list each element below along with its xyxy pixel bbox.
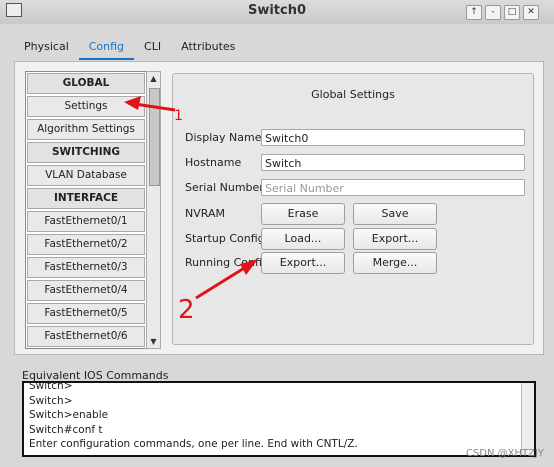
tab-bar: Physical Config CLI Attributes [14, 36, 245, 60]
tab-config[interactable]: Config [78, 36, 135, 60]
scroll-thumb[interactable] [149, 88, 160, 186]
ios-line: Switch#conf t [29, 423, 103, 436]
move-up-button[interactable]: ↑ [466, 5, 482, 20]
watermark: CSDN @XHTZJY [465, 448, 544, 459]
sidebar-item-fastethernet0-2[interactable]: FastEthernet0/2 [27, 234, 145, 255]
settings-title: Global Settings [311, 88, 395, 101]
sidebar-item-switching: SWITCHING [27, 142, 145, 163]
sidebar-item-interface: INTERFACE [27, 188, 145, 209]
maximize-button[interactable]: □ [504, 5, 520, 20]
ios-line: Switch> [29, 381, 73, 392]
display-name-label: Display Name [185, 131, 262, 144]
main-area: Physical Config CLI Attributes GLOBAL Set… [0, 24, 554, 467]
sidebar-item-algorithm-settings[interactable]: Algorithm Settings [27, 119, 145, 140]
sidebar-item-fastethernet0-4[interactable]: FastEthernet0/4 [27, 280, 145, 301]
sidebar-scrollbar[interactable]: ▲ ▼ [146, 71, 161, 349]
startup-config-label: Startup Config [185, 232, 265, 245]
hostname-label: Hostname [185, 156, 242, 169]
load-button[interactable]: Load... [261, 228, 345, 250]
global-settings-box: Global Settings Display Name Switch0 Hos… [172, 73, 534, 345]
display-name-field[interactable]: Switch0 [261, 129, 525, 146]
running-config-label: Running Config [185, 256, 269, 269]
scroll-down-icon[interactable]: ▼ [147, 335, 160, 348]
tab-cli[interactable]: CLI [134, 36, 171, 58]
export-running-button[interactable]: Export... [261, 252, 345, 274]
sidebar-item-vlan-database[interactable]: VLAN Database [27, 165, 145, 186]
sidebar-item-global: GLOBAL [27, 73, 145, 94]
ios-scrollbar[interactable] [521, 383, 534, 455]
title-bar: Switch0 ↑ ‑ □ ✕ [0, 0, 554, 25]
sidebar-item-fastethernet0-5[interactable]: FastEthernet0/5 [27, 303, 145, 324]
ios-commands-box[interactable]: Switch> Switch> Switch>enable Switch#conf t… [22, 381, 536, 457]
serial-number-field[interactable]: Serial Number [261, 179, 525, 196]
ios-line: Enter configuration commands, one per li… [29, 438, 358, 450]
tab-physical[interactable]: Physical [14, 36, 79, 58]
close-button[interactable]: ✕ [523, 5, 539, 20]
sidebar-item-fastethernet0-3[interactable]: FastEthernet0/3 [27, 257, 145, 278]
erase-button[interactable]: Erase [261, 203, 345, 225]
sidebar-list: GLOBAL Settings Algorithm Settings SWITCHIN… [25, 71, 147, 349]
ios-line: Switch> [29, 394, 73, 407]
export-startup-button[interactable]: Export... [353, 228, 437, 250]
sidebar-item-settings[interactable]: Settings [27, 96, 145, 117]
config-panel: GLOBAL Settings Algorithm Settings SWITCHIN… [14, 61, 544, 355]
scroll-up-icon[interactable]: ▲ [147, 72, 160, 85]
nvram-label: NVRAM [185, 207, 225, 220]
minimize-button[interactable]: ‑ [485, 5, 501, 20]
tab-attributes[interactable]: Attributes [171, 36, 245, 58]
sidebar-item-fastethernet0-6[interactable]: FastEthernet0/6 [27, 326, 145, 347]
merge-button[interactable]: Merge... [353, 252, 437, 274]
serial-number-label: Serial Number [185, 181, 264, 194]
sidebar-item-fastethernet0-1[interactable]: FastEthernet0/1 [27, 211, 145, 232]
ios-line: Switch>enable [29, 409, 109, 421]
save-button[interactable]: Save [353, 203, 437, 225]
hostname-field[interactable]: Switch [261, 154, 525, 171]
